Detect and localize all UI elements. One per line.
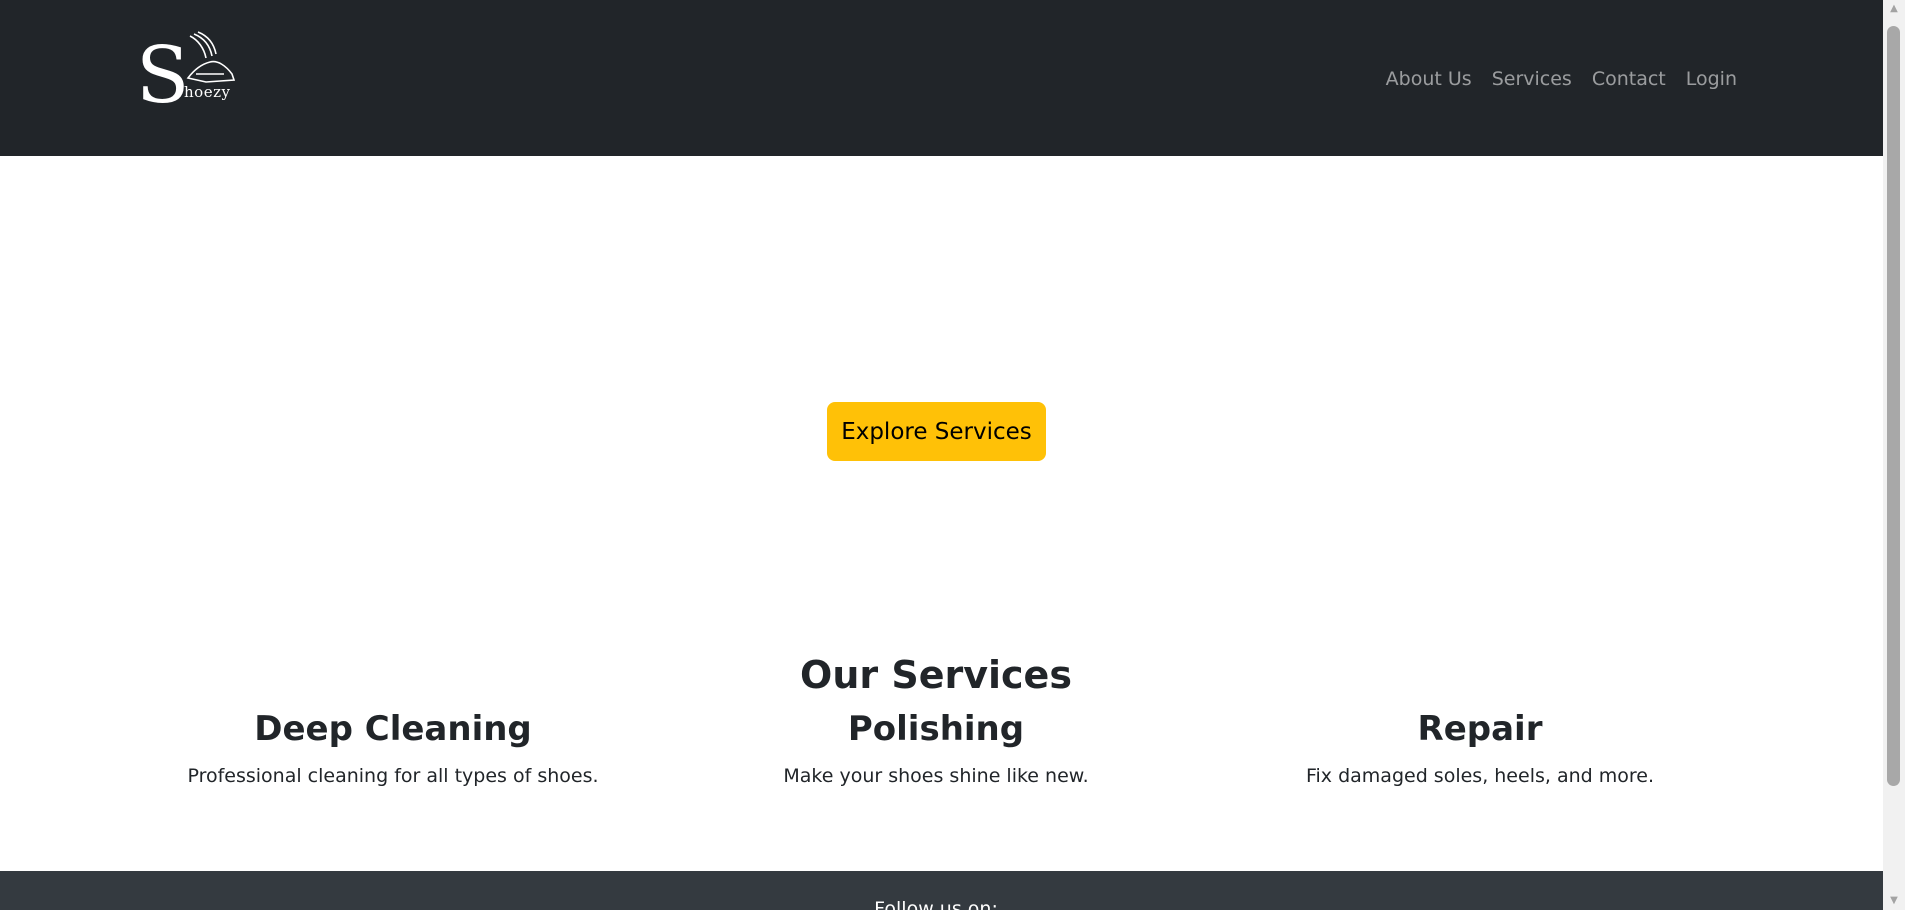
nav-link-about-us[interactable]: About Us: [1386, 64, 1472, 94]
logo-wordmark: hoezy: [184, 83, 231, 101]
service-title: Polishing: [847, 709, 1025, 749]
scrollbar-thumb[interactable]: [1887, 26, 1900, 786]
services-heading: Our Services: [800, 653, 1072, 697]
nav-menu: About Us Services Contact Login: [1386, 64, 1737, 94]
service-card-polishing: Polishing Make your shoes shine like new…: [706, 705, 1166, 791]
footer: Follow us on:: [0, 871, 1883, 910]
service-description: Fix damaged soles, heels, and more.: [1305, 765, 1654, 787]
logo-letter: S: [136, 31, 189, 110]
footer-follow-text: Follow us on:: [874, 898, 998, 910]
page: S hoezy About Us Services Contact Login …: [0, 0, 1905, 910]
service-title: Repair: [1417, 709, 1543, 749]
nav-link-login[interactable]: Login: [1686, 64, 1737, 94]
logo[interactable]: S hoezy: [136, 30, 240, 110]
service-title: Deep Cleaning: [254, 709, 532, 749]
service-description: Make your shoes shine like new.: [783, 765, 1089, 787]
nav-link-services[interactable]: Services: [1492, 64, 1572, 94]
nav-link-contact[interactable]: Contact: [1592, 64, 1666, 94]
explore-services-button[interactable]: Explore Services: [827, 402, 1046, 461]
vertical-scrollbar[interactable]: ▲ ▼: [1883, 0, 1905, 910]
service-card-deep-cleaning: Deep Cleaning Professional cleaning for …: [163, 705, 623, 791]
navbar: S hoezy About Us Services Contact Login: [0, 0, 1883, 156]
service-description: Professional cleaning for all types of s…: [187, 765, 599, 787]
service-card-repair: Repair Fix damaged soles, heels, and mor…: [1250, 705, 1710, 791]
scroll-down-arrow-icon[interactable]: ▼: [1883, 892, 1905, 910]
scroll-up-arrow-icon[interactable]: ▲: [1883, 0, 1905, 18]
page-content: S hoezy About Us Services Contact Login …: [0, 0, 1883, 910]
